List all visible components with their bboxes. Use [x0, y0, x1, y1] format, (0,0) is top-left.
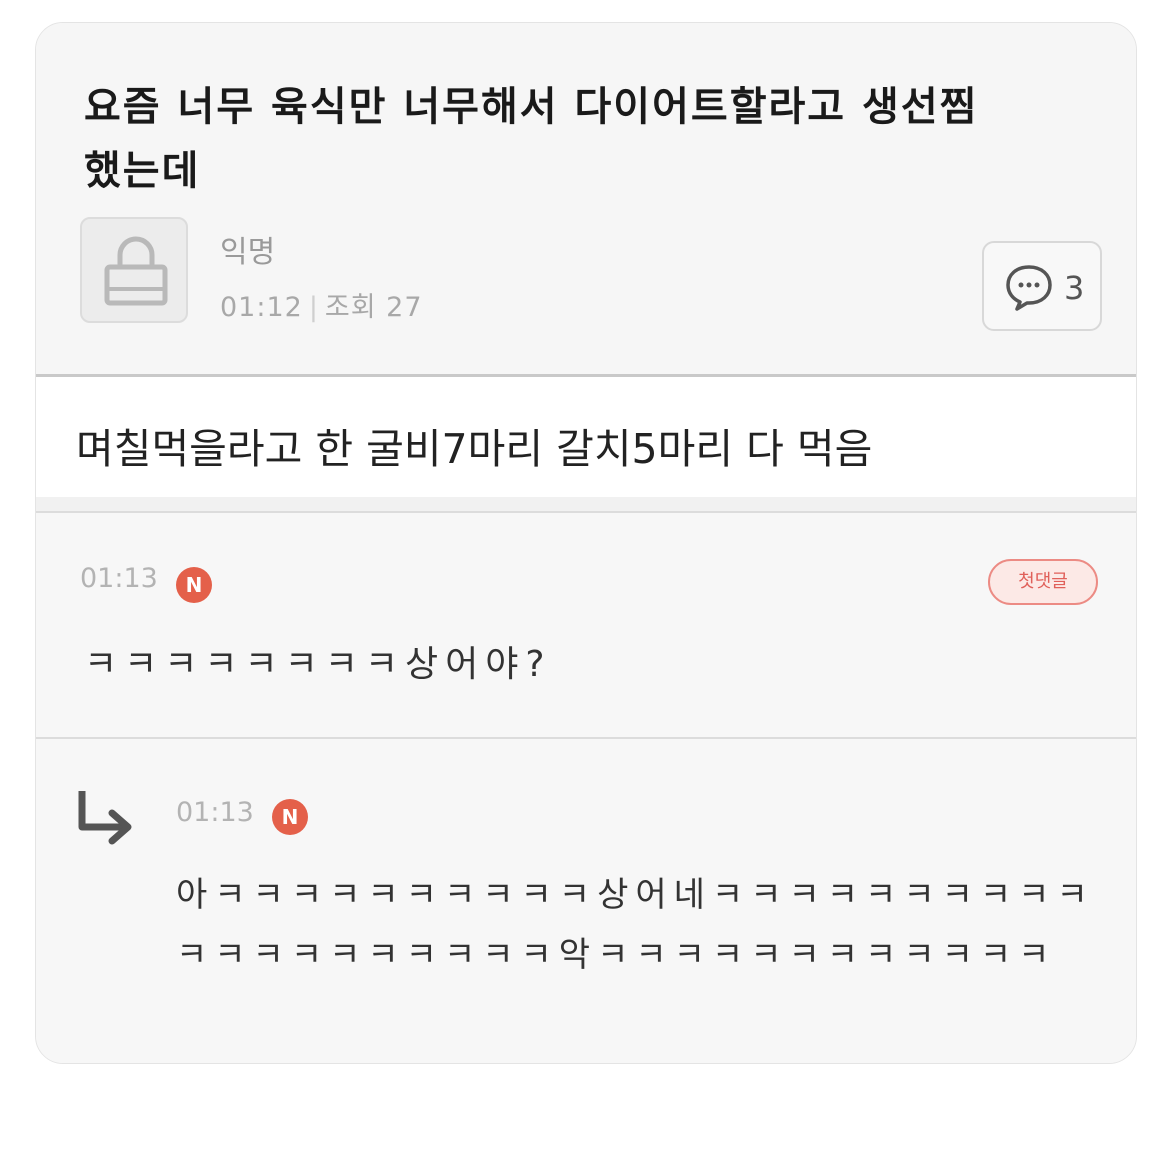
body-divider: [36, 497, 1136, 513]
lock-icon: [104, 236, 168, 306]
reply-arrow-icon: [78, 791, 132, 845]
comment-count-button[interactable]: 3: [982, 241, 1102, 331]
comment-text: ㅋㅋㅋㅋㅋㅋㅋㅋ상어야?: [84, 644, 552, 685]
reply-text: 아ㅋㅋㅋㅋㅋㅋㅋㅋㅋㅋ상어네ㅋㅋㅋㅋㅋㅋㅋㅋㅋㅋㅋㅋㅋㅋㅋㅋㅋㅋㅋㅋ악ㅋㅋㅋㅋㅋ…: [176, 875, 1095, 975]
first-comment-badge: 첫댓글: [988, 559, 1098, 605]
meta-separator: |: [308, 292, 319, 323]
comment-count: 3: [1064, 269, 1085, 307]
post-views: 조회 27: [324, 292, 423, 323]
reply-item: 01:13 N 아ㅋㅋㅋㅋㅋㅋㅋㅋㅋㅋ상어네ㅋㅋㅋㅋㅋㅋㅋㅋㅋㅋㅋㅋㅋㅋㅋㅋㅋㅋ…: [36, 739, 1136, 1063]
post-title: 요즘 너무 육식만 너무해서 다이어트할라고 생선찜했는데: [84, 84, 979, 194]
post-body: 며칠먹을라고 한 굴비7마리 갈치5마리 다 먹음: [36, 377, 1136, 497]
post-header: 요즘 너무 육식만 너무해서 다이어트할라고 생선찜했는데 익명 01:12 | 조…: [36, 23, 1136, 375]
new-badge: N: [176, 567, 212, 603]
author-avatar: [80, 217, 188, 323]
post-meta: 01:12 | 조회 27: [220, 285, 423, 324]
reply-time: 01:13: [176, 797, 254, 828]
comment-item: 01:13 N 첫댓글 ㅋㅋㅋㅋㅋㅋㅋㅋ상어야?: [36, 513, 1136, 737]
post-card: 요즘 너무 육식만 너무해서 다이어트할라고 생선찜했는데 익명 01:12 | 조…: [35, 22, 1137, 1064]
speech-bubble-icon: [1006, 265, 1052, 311]
comment-time: 01:13: [80, 563, 158, 594]
post-body-text: 며칠먹을라고 한 굴비7마리 갈치5마리 다 먹음: [76, 425, 873, 473]
new-badge: N: [272, 799, 308, 835]
author-name: 익명: [220, 235, 276, 270]
post-time: 01:12: [220, 292, 303, 323]
